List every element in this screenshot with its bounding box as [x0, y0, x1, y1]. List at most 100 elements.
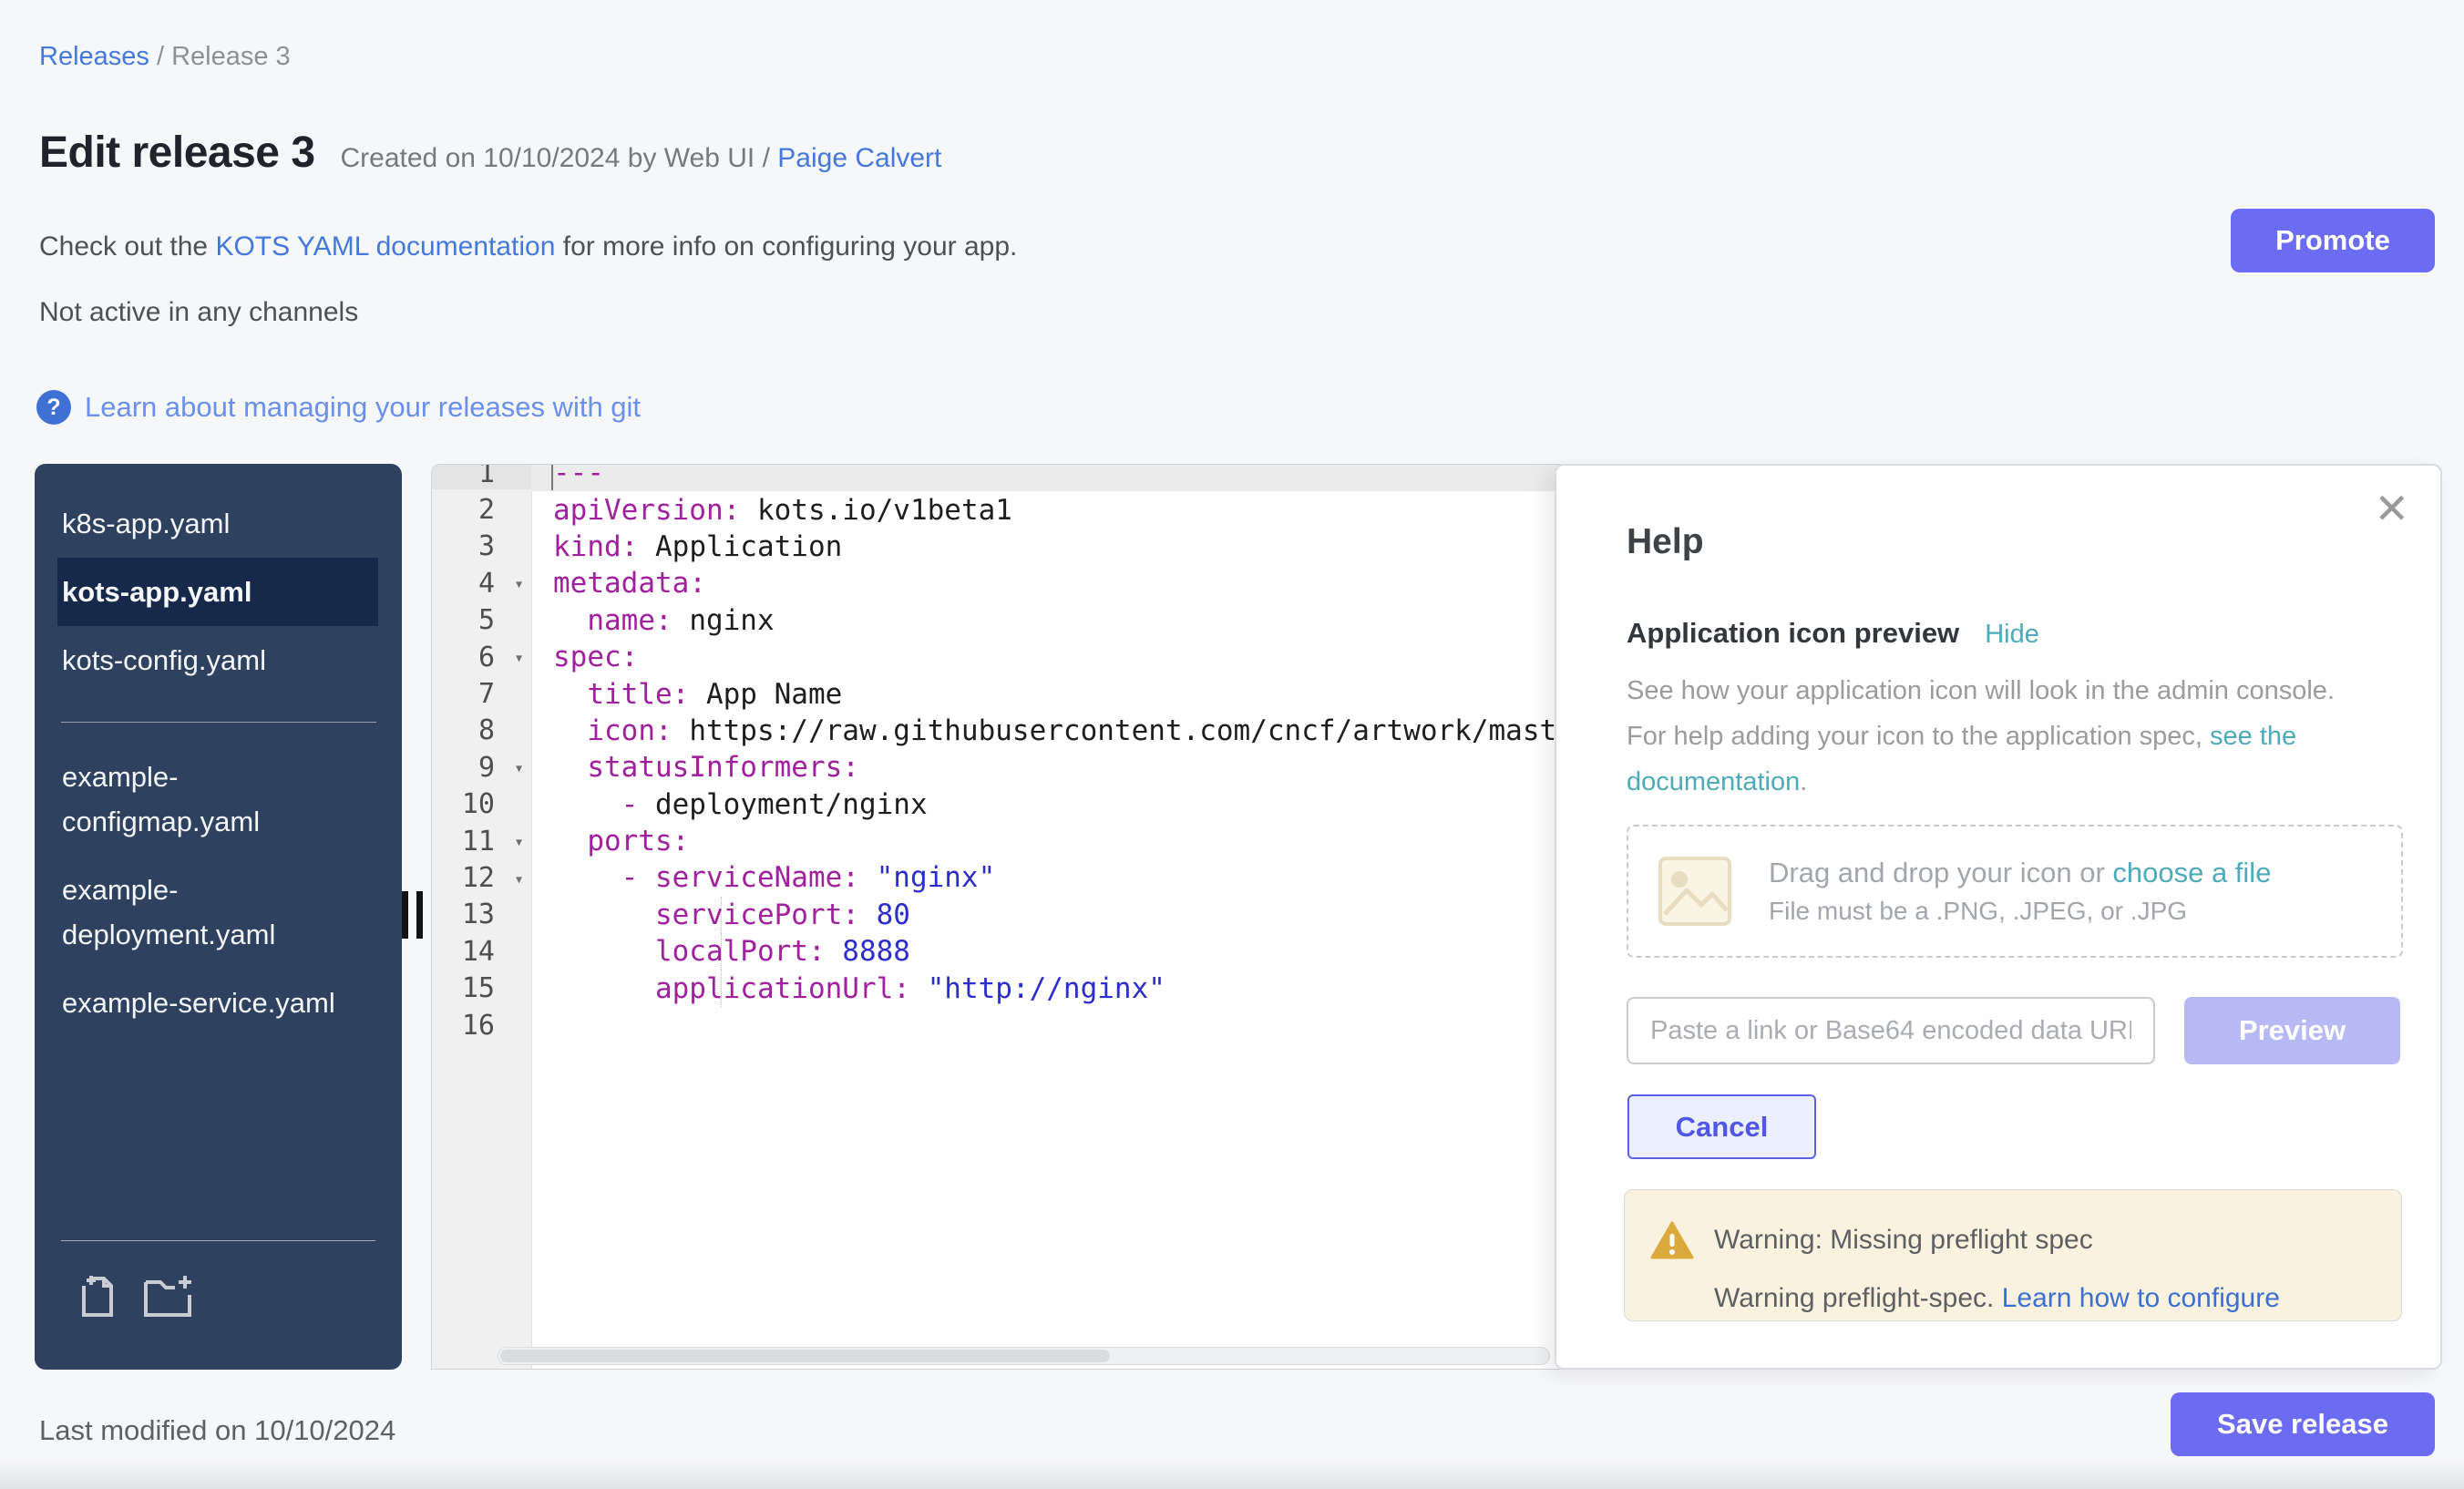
save-release-button[interactable]: Save release: [2171, 1392, 2435, 1456]
line-number: 1: [432, 464, 531, 489]
dropzone-filetypes: File must be a .PNG, .JPEG, or .JPG: [1769, 897, 2271, 926]
code-line: 16: [432, 1007, 1561, 1043]
kots-docs-link[interactable]: KOTS YAML documentation: [215, 231, 555, 262]
cancel-button[interactable]: Cancel: [1627, 1094, 1816, 1159]
code-line-text: servicePort: 80: [531, 897, 1561, 933]
code-line: 11▾ ports:: [432, 823, 1561, 859]
promote-button[interactable]: Promote: [2231, 209, 2435, 272]
created-info: Created on 10/10/2024 by Web UI / Paige …: [341, 143, 942, 174]
line-number: 7: [432, 678, 531, 710]
line-number: 6▾: [432, 642, 531, 673]
sidebar-footer-divider: [61, 1240, 375, 1241]
code-line-text: ---: [531, 464, 1561, 491]
code-line-text: title: App Name: [531, 675, 1561, 712]
code-line-text: kind: Application: [531, 529, 1561, 565]
fold-arrow-icon[interactable]: ▾: [514, 759, 524, 778]
file-sidebar: k8s-app.yamlkots-app.yamlkots-config.yam…: [35, 464, 402, 1370]
choose-file-link[interactable]: choose a file: [2112, 857, 2271, 888]
code-line-text: - serviceName: "nginx": [531, 859, 1561, 896]
line-number: 13: [432, 899, 531, 930]
release-editor-page: Releases / Release 3 Edit release 3 Crea…: [0, 0, 2464, 1489]
sidebar-file-item[interactable]: kots-config.yaml: [57, 626, 378, 694]
code-line: 4▾metadata:: [432, 565, 1561, 601]
code-body[interactable]: 1---2apiVersion: kots.io/v1beta13kind: A…: [432, 464, 1561, 1043]
code-line-text: applicationUrl: "http://nginx": [531, 970, 1561, 1006]
line-number: 3: [432, 530, 531, 562]
code-line-text: name: nginx: [531, 602, 1561, 639]
editor-resize-grip-left[interactable]: [402, 891, 429, 939]
indent-guide: [721, 970, 722, 1006]
code-line-text: - deployment/nginx: [531, 786, 1561, 823]
file-list: k8s-app.yamlkots-app.yamlkots-config.yam…: [35, 464, 402, 1037]
line-number: 12▾: [432, 862, 531, 894]
help-panel: ✕ Help Application icon preview Hide See…: [1555, 464, 2442, 1370]
last-modified-text: Last modified on 10/10/2024: [39, 1414, 395, 1447]
close-icon[interactable]: ✕: [2374, 488, 2409, 529]
yaml-editor[interactable]: 1---2apiVersion: kots.io/v1beta13kind: A…: [431, 464, 1561, 1370]
indent-guide: [721, 933, 722, 970]
line-number: 15: [432, 972, 531, 1004]
code-line-text: ports:: [531, 823, 1561, 859]
author-link[interactable]: Paige Calvert: [777, 143, 941, 173]
indent-guide: [721, 897, 722, 933]
line-number: 4▾: [432, 568, 531, 600]
line-number: 2: [432, 494, 531, 526]
icon-url-input[interactable]: [1627, 997, 2155, 1064]
new-folder-icon[interactable]: [142, 1273, 195, 1319]
channel-status: Not active in any channels: [39, 297, 358, 328]
hide-link[interactable]: Hide: [1985, 620, 2039, 650]
line-number: 16: [432, 1010, 531, 1042]
code-line: 10 - deployment/nginx: [432, 786, 1561, 823]
code-line: 8 icon: https://raw.githubusercontent.co…: [432, 713, 1561, 749]
icon-dropzone[interactable]: Drag and drop your icon or choose a file…: [1627, 825, 2403, 958]
line-number: 5: [432, 604, 531, 636]
line-number: 11▾: [432, 826, 531, 857]
warning-detail: Warning preflight-spec. Learn how to con…: [1714, 1283, 2280, 1314]
code-line: 14 localPort: 8888: [432, 933, 1561, 970]
code-line-text: spec:: [531, 639, 1561, 675]
code-line: 9▾ statusInformers:: [432, 749, 1561, 786]
page-bottom-fade: [0, 1458, 2464, 1489]
help-panel-title: Help: [1627, 522, 1704, 562]
image-placeholder-icon: [1658, 856, 1732, 927]
editor-horizontal-scrollbar[interactable]: [498, 1347, 1550, 1365]
page-title: Edit release 3: [39, 128, 315, 178]
fold-arrow-icon[interactable]: ▾: [514, 869, 524, 888]
icon-preview-section-header: Application icon preview Hide: [1627, 617, 2039, 650]
code-line: 15 applicationUrl: "http://nginx": [432, 970, 1561, 1006]
sidebar-file-item[interactable]: k8s-app.yaml: [57, 489, 378, 558]
code-line-text: icon: https://raw.githubusercontent.com/…: [531, 713, 1561, 749]
sidebar-file-item[interactable]: example-configmap.yaml: [57, 743, 378, 856]
sidebar-divider: [61, 722, 376, 723]
fold-arrow-icon[interactable]: ▾: [514, 833, 524, 852]
line-number: 9▾: [432, 752, 531, 784]
title-row: Edit release 3 Created on 10/10/2024 by …: [39, 128, 941, 178]
code-line-text: metadata:: [531, 565, 1561, 601]
dropzone-text: Drag and drop your icon or choose a file…: [1769, 857, 2271, 926]
help-circle-icon: ?: [36, 390, 71, 425]
warning-triangle-icon: [1650, 1221, 1694, 1261]
new-file-icon[interactable]: [77, 1273, 118, 1319]
line-number: 10: [432, 788, 531, 820]
code-line: 13 servicePort: 80: [432, 897, 1561, 933]
sidebar-file-item[interactable]: kots-app.yaml: [57, 558, 378, 626]
preview-button[interactable]: Preview: [2184, 997, 2400, 1064]
warning-title: Warning: Missing preflight spec: [1714, 1225, 2093, 1256]
icon-preview-description: See how your application icon will look …: [1627, 668, 2337, 805]
code-line: 5 name: nginx: [432, 602, 1561, 639]
configure-preflight-link[interactable]: Learn how to configure: [2002, 1283, 2280, 1313]
code-line-text: apiVersion: kots.io/v1beta1: [531, 491, 1561, 528]
sidebar-file-item[interactable]: example-deployment.yaml: [57, 856, 378, 969]
breadcrumb: Releases / Release 3: [39, 42, 291, 72]
git-help-link[interactable]: ? Learn about managing your releases wit…: [36, 390, 641, 425]
code-line-text: [531, 1007, 1561, 1043]
intro-line: Check out the KOTS YAML documentation fo…: [39, 231, 1017, 262]
sidebar-file-item[interactable]: example-service.yaml: [57, 969, 378, 1037]
code-line: 3kind: Application: [432, 529, 1561, 565]
code-line: 1---: [432, 464, 1561, 491]
line-number: 8: [432, 714, 531, 746]
fold-arrow-icon[interactable]: ▾: [514, 575, 524, 594]
fold-arrow-icon[interactable]: ▾: [514, 649, 524, 668]
breadcrumb-releases-link[interactable]: Releases: [39, 42, 149, 71]
icon-preview-title: Application icon preview: [1627, 617, 1959, 650]
